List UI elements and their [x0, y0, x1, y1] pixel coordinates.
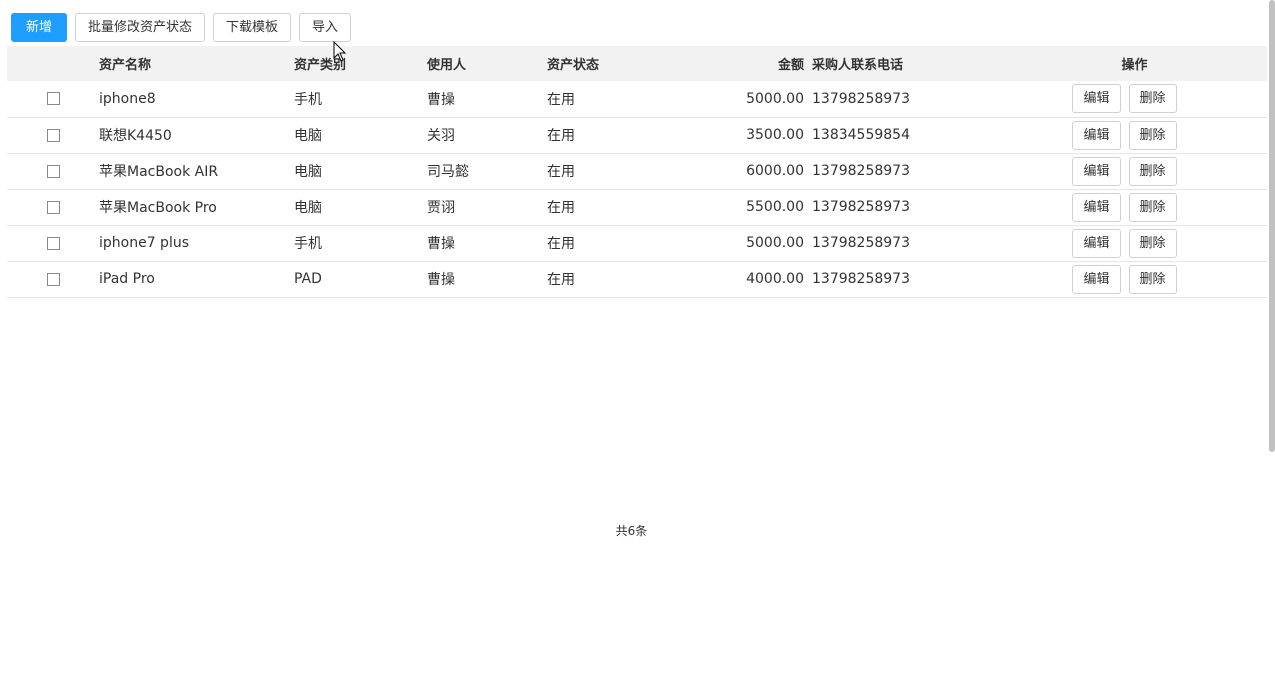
- total-count: 共6条: [615, 524, 648, 538]
- delete-button[interactable]: 删除: [1128, 84, 1177, 114]
- row-checkbox-cell: [7, 225, 99, 261]
- table-row: iphone8 手机 曹操 在用 5000.00 13798258973 编辑 …: [7, 81, 1267, 117]
- row-checkbox[interactable]: [46, 92, 60, 106]
- header-phone: 采购人联系电话: [812, 58, 904, 73]
- cell-asset-status: 在用: [547, 128, 575, 144]
- cell-phone: 13798258973: [812, 271, 910, 287]
- batch-edit-status-button[interactable]: 批量修改资产状态: [75, 13, 206, 42]
- cell-amount: 5000.00: [746, 235, 804, 251]
- cell-amount: 3500.00: [746, 127, 804, 143]
- header-user: 使用人: [427, 58, 467, 73]
- cell-phone: 13798258973: [812, 163, 910, 179]
- cell-user: 关羽: [427, 128, 455, 144]
- cell-operations: 编辑 删除: [1002, 261, 1267, 297]
- cell-operations: 编辑 删除: [1002, 189, 1267, 225]
- cell-phone: 13834559854: [812, 127, 910, 143]
- cell-asset-status: 在用: [547, 91, 575, 108]
- table-row: 苹果MacBook AIR 电脑 司马懿 在用 6000.00 13798258…: [7, 153, 1267, 189]
- toolbar: 新增 批量修改资产状态 下载模板 导入: [11, 13, 352, 42]
- edit-button[interactable]: 编辑: [1072, 192, 1121, 222]
- cell-user: 曹操: [427, 272, 455, 288]
- header-operations: 操作: [1121, 58, 1148, 73]
- asset-management-page: 新增 批量修改资产状态 下载模板 导入 资产名称 资产类别 使用人 资产状态 金…: [0, 0, 1275, 696]
- asset-table: 资产名称 资产类别 使用人 资产状态 金额 采购人联系电话 操作 iphone8…: [7, 46, 1267, 298]
- cell-asset-name: 苹果MacBook Pro: [99, 200, 217, 216]
- delete-button[interactable]: 删除: [1128, 156, 1177, 186]
- delete-button[interactable]: 删除: [1128, 228, 1177, 258]
- cell-asset-name: iPad Pro: [99, 271, 155, 287]
- delete-button[interactable]: 删除: [1128, 192, 1177, 222]
- table-row: 苹果MacBook Pro 电脑 贾诩 在用 5500.00 137982589…: [7, 189, 1267, 225]
- cell-user: 曹操: [427, 91, 455, 108]
- row-checkbox-cell: [7, 153, 99, 189]
- cell-amount: 4000.00: [746, 271, 804, 287]
- row-checkbox-cell: [7, 261, 99, 297]
- vertical-scrollbar[interactable]: [1269, 0, 1275, 452]
- cell-asset-type: 电脑: [294, 164, 322, 180]
- asset-table-container: 资产名称 资产类别 使用人 资产状态 金额 采购人联系电话 操作 iphone8…: [7, 46, 1267, 298]
- download-template-button[interactable]: 下载模板: [213, 13, 292, 42]
- delete-button[interactable]: 删除: [1128, 264, 1177, 294]
- header-amount: 金额: [777, 58, 804, 73]
- table-row: iphone7 plus 手机 曹操 在用 5000.00 1379825897…: [7, 225, 1267, 261]
- row-checkbox[interactable]: [46, 164, 60, 178]
- cell-amount: 5000.00: [746, 90, 804, 107]
- row-checkbox-cell: [7, 189, 99, 225]
- cell-operations: 编辑 删除: [1002, 81, 1267, 117]
- edit-button[interactable]: 编辑: [1072, 156, 1121, 186]
- edit-button[interactable]: 编辑: [1072, 84, 1121, 114]
- cell-asset-type: 电脑: [294, 200, 322, 216]
- pagination: 共6条: [0, 522, 1263, 539]
- cell-asset-name: 苹果MacBook AIR: [99, 164, 219, 180]
- header-asset-name: 资产名称: [99, 58, 152, 73]
- cell-asset-name: iphone8: [99, 90, 156, 107]
- cell-asset-type: 手机: [294, 236, 322, 252]
- row-checkbox[interactable]: [46, 272, 60, 286]
- cell-asset-status: 在用: [547, 272, 575, 288]
- row-checkbox-cell: [7, 117, 99, 153]
- cell-user: 司马懿: [427, 164, 469, 180]
- cell-asset-type: 电脑: [294, 128, 322, 144]
- table-header-row: 资产名称 资产类别 使用人 资产状态 金额 采购人联系电话 操作: [7, 46, 1267, 81]
- header-asset-status: 资产状态: [547, 58, 600, 73]
- cell-user: 曹操: [427, 236, 455, 252]
- table-body: iphone8 手机 曹操 在用 5000.00 13798258973 编辑 …: [7, 81, 1267, 297]
- cell-phone: 13798258973: [812, 235, 910, 251]
- cell-asset-type: 手机: [294, 91, 322, 108]
- cell-asset-name: iphone7 plus: [99, 235, 190, 251]
- cell-phone: 13798258973: [812, 90, 910, 107]
- header-checkbox-cell: [7, 46, 99, 81]
- cell-operations: 编辑 删除: [1002, 117, 1267, 153]
- import-button[interactable]: 导入: [299, 13, 352, 42]
- row-checkbox[interactable]: [46, 200, 60, 214]
- table-row: 联想K4450 电脑 关羽 在用 3500.00 13834559854 编辑 …: [7, 117, 1267, 153]
- cell-phone: 13798258973: [812, 199, 910, 215]
- cell-amount: 5500.00: [746, 199, 804, 215]
- header-asset-type: 资产类别: [294, 58, 347, 73]
- edit-button[interactable]: 编辑: [1072, 264, 1121, 294]
- edit-button[interactable]: 编辑: [1072, 120, 1121, 150]
- cell-user: 贾诩: [427, 200, 455, 216]
- cell-operations: 编辑 删除: [1002, 225, 1267, 261]
- cell-asset-status: 在用: [547, 236, 575, 252]
- cell-asset-type: PAD: [294, 271, 322, 287]
- row-checkbox-cell: [7, 81, 99, 117]
- cell-asset-status: 在用: [547, 164, 575, 180]
- delete-button[interactable]: 删除: [1128, 120, 1177, 150]
- mouse-cursor-icon: [333, 41, 347, 62]
- edit-button[interactable]: 编辑: [1072, 228, 1121, 258]
- row-checkbox[interactable]: [46, 236, 60, 250]
- cell-asset-name: 联想K4450: [99, 128, 172, 144]
- row-checkbox[interactable]: [46, 128, 60, 142]
- cell-amount: 6000.00: [746, 163, 804, 179]
- table-row: iPad Pro PAD 曹操 在用 4000.00 13798258973 编…: [7, 261, 1267, 297]
- cell-operations: 编辑 删除: [1002, 153, 1267, 189]
- add-button[interactable]: 新增: [11, 13, 68, 42]
- cell-asset-status: 在用: [547, 200, 575, 216]
